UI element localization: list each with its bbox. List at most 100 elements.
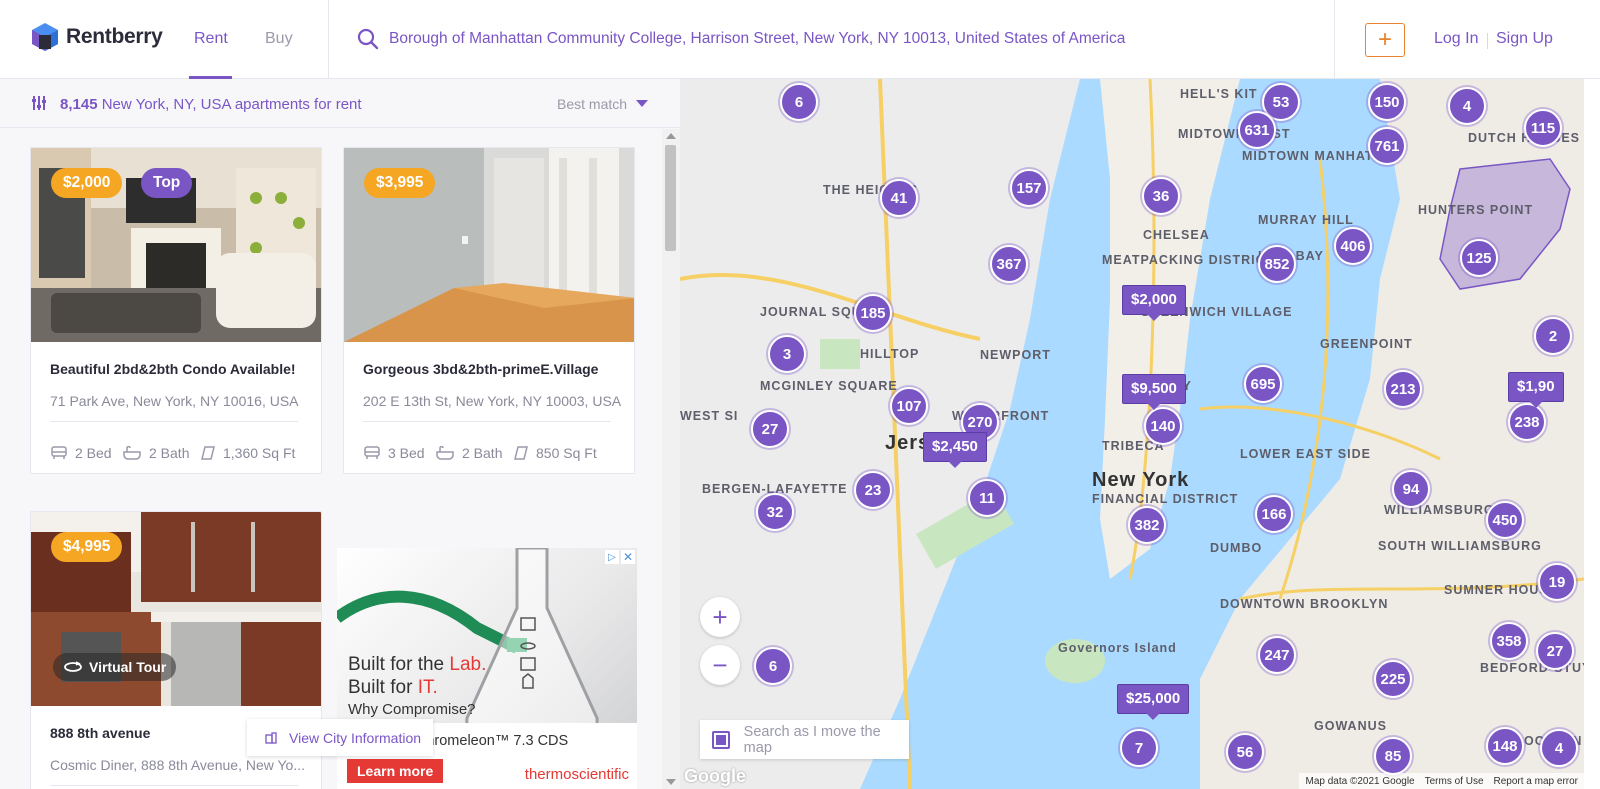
cluster-marker[interactable]: 225: [1374, 660, 1412, 698]
listing-title[interactable]: 888 8th avenue: [50, 725, 150, 741]
card-divider: [50, 421, 298, 422]
report-error-link[interactable]: Report a map error: [1494, 776, 1578, 787]
cluster-marker[interactable]: 150: [1368, 83, 1406, 121]
result-location: New York, NY, USA apartments for rent: [101, 96, 362, 113]
map-area-label: WEST SI: [680, 409, 739, 423]
scroll-down-arrow-icon[interactable]: [666, 779, 676, 785]
price-pin-marker[interactable]: $2,000: [1122, 285, 1186, 321]
cluster-marker[interactable]: 382: [1128, 506, 1166, 544]
cluster-marker[interactable]: 27: [1536, 632, 1574, 670]
cluster-marker[interactable]: 6: [754, 647, 792, 685]
cluster-marker[interactable]: 761: [1368, 127, 1406, 165]
map-attribution: Map data ©2021 Google Terms of Use Repor…: [1299, 773, 1584, 789]
cluster-marker[interactable]: 19: [1538, 563, 1576, 601]
ad-choices[interactable]: ▷ ✕: [605, 550, 635, 564]
virtual-tour-label: Virtual Tour: [89, 659, 167, 675]
zoom-in-button[interactable]: +: [700, 597, 740, 637]
cluster-marker[interactable]: 85: [1374, 737, 1412, 775]
listing-card[interactable]: $2,000 Top Beautiful 2bd&2bth Condo Avai…: [30, 147, 322, 474]
cluster-marker[interactable]: 185: [854, 294, 892, 332]
listing-address: 202 E 13th St, New York, NY 10003, USA: [363, 393, 622, 409]
auth-separator: [1487, 33, 1488, 49]
login-link[interactable]: Log In: [1434, 30, 1478, 48]
area-icon: [201, 446, 215, 460]
filter-sliders-icon[interactable]: [31, 95, 47, 111]
signup-link[interactable]: Sign Up: [1496, 30, 1553, 48]
add-listing-button[interactable]: +: [1365, 23, 1405, 57]
bed-count: 3 Bed: [364, 445, 425, 461]
cluster-marker[interactable]: 247: [1258, 636, 1296, 674]
cluster-marker[interactable]: 406: [1334, 227, 1372, 265]
cluster-marker[interactable]: 157: [1010, 169, 1048, 207]
cluster-marker[interactable]: 125: [1460, 239, 1498, 277]
cluster-marker[interactable]: 107: [890, 387, 928, 425]
cluster-marker[interactable]: 631: [1238, 111, 1276, 149]
listing-photo[interactable]: $2,000 Top: [31, 148, 321, 342]
tab-buy[interactable]: Buy: [265, 30, 293, 48]
listing-photo[interactable]: $4,995 Virtual Tour: [31, 512, 321, 706]
price-pin-marker[interactable]: $9,500: [1122, 374, 1186, 410]
plus-icon: +: [1377, 26, 1392, 53]
cluster-marker[interactable]: 41: [880, 179, 918, 217]
area-label: 1,360 Sq Ft: [223, 445, 296, 461]
cluster-marker[interactable]: 166: [1255, 495, 1293, 533]
cluster-marker[interactable]: 148: [1486, 727, 1524, 765]
bed-icon: [364, 446, 380, 459]
price-badge: $2,000: [51, 168, 123, 198]
price-pin-marker[interactable]: $1,90: [1508, 372, 1564, 408]
cluster-marker[interactable]: 27: [751, 410, 789, 448]
zoom-out-button[interactable]: −: [700, 645, 740, 685]
logo[interactable]: Rentberry: [30, 22, 163, 52]
listings-scrollbar[interactable]: [662, 129, 680, 789]
cluster-marker[interactable]: 213: [1384, 370, 1422, 408]
cluster-marker[interactable]: 450: [1486, 501, 1524, 539]
virtual-tour-badge[interactable]: Virtual Tour: [53, 653, 177, 681]
cluster-marker[interactable]: 2: [1534, 317, 1572, 355]
cluster-marker[interactable]: 94: [1392, 470, 1430, 508]
cluster-marker[interactable]: 6: [780, 83, 818, 121]
view-city-info-button[interactable]: View City Information: [247, 719, 433, 756]
search-icon[interactable]: [357, 28, 379, 50]
cluster-marker[interactable]: 4: [1448, 87, 1486, 125]
cluster-marker[interactable]: 3: [768, 335, 806, 373]
map-area-label: New York: [1092, 469, 1190, 491]
cluster-marker[interactable]: 7: [1120, 729, 1158, 767]
scroll-up-arrow-icon[interactable]: [666, 133, 676, 139]
price-pin-marker[interactable]: $2,450: [923, 432, 987, 468]
cluster-marker[interactable]: 367: [990, 245, 1028, 283]
cluster-marker[interactable]: 32: [756, 493, 794, 531]
tab-rent[interactable]: Rent: [194, 30, 228, 48]
search-input[interactable]: Borough of Manhattan Community College, …: [389, 30, 1125, 48]
cluster-marker[interactable]: 23: [854, 471, 892, 509]
cluster-marker[interactable]: 695: [1244, 365, 1282, 403]
bath-icon: [123, 446, 141, 460]
search-as-move-toggle[interactable]: Search as I move the map: [700, 720, 909, 759]
cluster-marker[interactable]: 4: [1540, 729, 1578, 767]
cluster-marker[interactable]: 852: [1258, 245, 1296, 283]
cluster-marker[interactable]: 140: [1144, 407, 1182, 445]
ad-info-icon[interactable]: ▷: [605, 550, 619, 564]
caret-down-icon[interactable]: [636, 100, 648, 107]
listing-title[interactable]: Gorgeous 3bd&2bth-primeE.Village: [363, 361, 598, 377]
scroll-thumb[interactable]: [665, 145, 676, 251]
map[interactable]: HELL'S KIT MIDTOWN WEST MIDTOWN MANHATTAN T…: [680, 79, 1584, 789]
terms-link[interactable]: Terms of Use: [1425, 776, 1484, 787]
listing-card[interactable]: $3,995 Gorgeous 3bd&2bth-primeE.Village …: [343, 147, 635, 474]
cluster-marker[interactable]: 36: [1142, 177, 1180, 215]
checkbox[interactable]: [712, 730, 730, 749]
map-area-label: LOWER EAST SIDE: [1240, 447, 1371, 461]
cluster-marker[interactable]: 115: [1524, 109, 1562, 147]
cluster-marker[interactable]: 358: [1490, 622, 1528, 660]
listing-photo[interactable]: $3,995: [344, 148, 634, 342]
sort-dropdown[interactable]: Best match: [557, 96, 627, 112]
map-area-label: FINANCIAL DISTRICT: [1092, 492, 1239, 506]
cluster-marker[interactable]: 56: [1226, 733, 1264, 771]
map-area-label: MEATPACKING DISTRICT: [1102, 253, 1275, 267]
rotate-360-icon: [64, 661, 82, 672]
ad-learn-more-button[interactable]: Learn more: [347, 759, 444, 783]
listing-title[interactable]: Beautiful 2bd&2bth Condo Available!: [50, 361, 296, 377]
ad-close-icon[interactable]: ✕: [621, 550, 635, 564]
cluster-marker[interactable]: 238: [1508, 403, 1546, 441]
price-pin-marker[interactable]: $25,000: [1117, 684, 1190, 720]
cluster-marker[interactable]: 11: [968, 479, 1006, 517]
